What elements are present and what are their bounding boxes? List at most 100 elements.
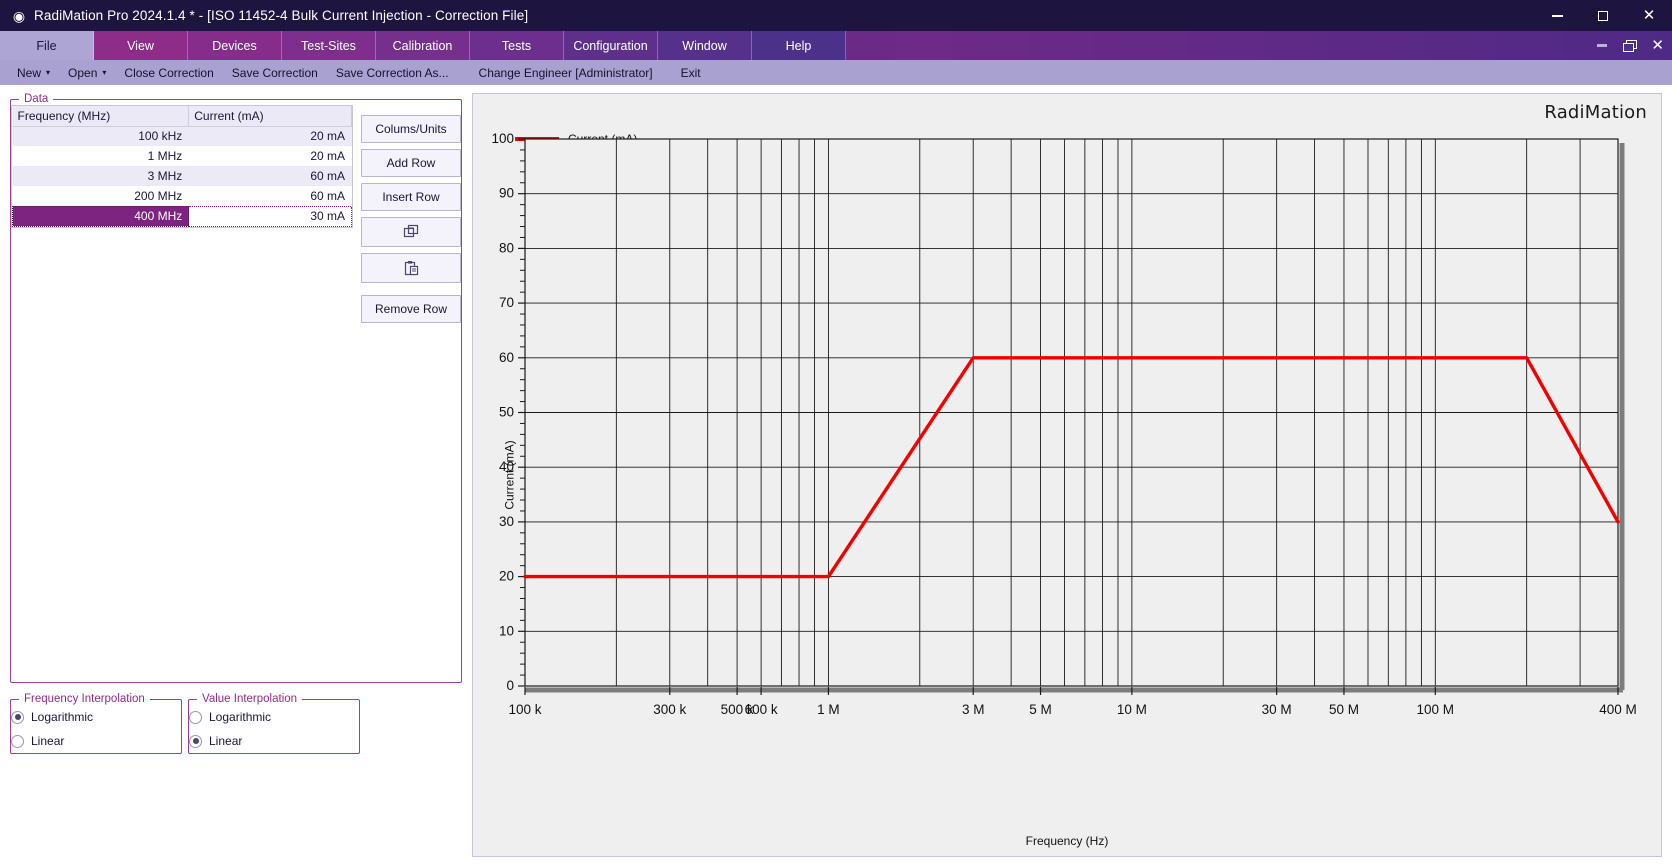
remove-row-button[interactable]: Remove Row bbox=[361, 295, 461, 323]
table-row[interactable]: 1 MHz 20 mA bbox=[12, 146, 352, 166]
table-row[interactable]: 100 kHz 20 mA bbox=[12, 126, 352, 146]
tab-help[interactable]: Help bbox=[752, 31, 846, 60]
table-row[interactable]: 3 MHz 60 mA bbox=[12, 166, 352, 186]
radio-frequency-logarithmic[interactable]: Logarithmic bbox=[11, 705, 181, 729]
data-grid-button-column: Colums/Units Add Row Insert Row Remove R… bbox=[361, 105, 461, 325]
y-axis-tick-label: 30 bbox=[499, 514, 514, 529]
copy-icon bbox=[403, 224, 418, 237]
value-interpolation-legend: Value Interpolation bbox=[202, 693, 298, 705]
column-header-current[interactable]: Current (mA) bbox=[188, 106, 352, 127]
column-header-frequency[interactable]: Frequency (MHz) bbox=[12, 106, 190, 127]
x-axis-tick-label: 50 M bbox=[1329, 702, 1359, 717]
x-axis-tick-label: 600 k bbox=[745, 702, 778, 717]
mdi-child-window-controls: ✕ bbox=[1597, 31, 1672, 60]
plot-container: 0 10 20 30 40 50 60 70 80 90 100 100 k 300 k 500 k 600… bbox=[473, 94, 1661, 856]
tab-window[interactable]: Window bbox=[658, 31, 752, 60]
menu-item-new-label: New bbox=[17, 65, 42, 80]
mdi-minimize-button[interactable] bbox=[1597, 44, 1608, 47]
window-controls: ✕ bbox=[1534, 0, 1672, 31]
y-axis-tick-label: 10 bbox=[499, 623, 514, 638]
chevron-down-icon: ▾ bbox=[102, 67, 107, 77]
menu-item-open[interactable]: Open ▾ bbox=[59, 60, 115, 85]
x-axis-tick-label: 1 M bbox=[817, 702, 840, 717]
table-row[interactable]: 200 MHz 60 mA bbox=[12, 186, 352, 206]
table-header-row: Frequency (MHz) Current (mA) bbox=[12, 106, 352, 127]
columns-units-button[interactable]: Colums/Units bbox=[361, 115, 461, 143]
chart-panel: RadiMation Current (mA) 0102030405060708… bbox=[472, 93, 1662, 857]
window-title-bar: ◉ RadiMation Pro 2024.1.4 * - [ISO 11452… bbox=[0, 0, 1672, 31]
cell-current[interactable]: 20 mA bbox=[188, 126, 352, 146]
insert-row-button[interactable]: Insert Row bbox=[361, 183, 461, 211]
cell-frequency[interactable]: 400 MHz bbox=[12, 205, 190, 227]
tab-view[interactable]: View bbox=[94, 31, 188, 60]
frequency-interpolation-legend: Frequency Interpolation bbox=[24, 693, 145, 705]
radio-icon bbox=[11, 734, 24, 748]
radio-value-linear[interactable]: Linear bbox=[189, 729, 359, 753]
radio-frequency-linear-label: Linear bbox=[31, 734, 65, 748]
radio-icon bbox=[189, 734, 202, 748]
window-close-button[interactable]: ✕ bbox=[1626, 0, 1672, 31]
ribbon-spacer bbox=[846, 31, 1597, 60]
menu-item-save-correction-as[interactable]: Save Correction As... bbox=[327, 60, 458, 85]
window-maximize-button[interactable] bbox=[1580, 0, 1626, 31]
cell-frequency[interactable]: 3 MHz bbox=[12, 166, 189, 186]
radio-value-logarithmic[interactable]: Logarithmic bbox=[189, 705, 359, 729]
copy-button[interactable] bbox=[361, 217, 461, 247]
x-axis-tick-label: 300 k bbox=[653, 702, 686, 717]
window-title: RadiMation Pro 2024.1.4 * - [ISO 11452-4… bbox=[34, 8, 529, 23]
radimation-logo-icon: ◉ bbox=[12, 7, 26, 24]
radio-value-linear-label: Linear bbox=[209, 734, 243, 748]
x-axis-tick-label: 10 M bbox=[1117, 702, 1147, 717]
y-axis-tick-label: 80 bbox=[499, 240, 514, 255]
x-axis-tick-label: 3 M bbox=[962, 702, 985, 717]
mdi-restore-button[interactable] bbox=[1623, 40, 1638, 52]
menu-item-close-correction[interactable]: Close Correction bbox=[115, 60, 222, 85]
interpolation-row: Frequency Interpolation Logarithmic Line… bbox=[10, 693, 462, 754]
tab-calibration[interactable]: Calibration bbox=[376, 31, 470, 60]
radio-frequency-linear[interactable]: Linear bbox=[11, 729, 181, 753]
y-axis-tick-label: 50 bbox=[499, 405, 514, 420]
y-axis-tick-label: 20 bbox=[499, 569, 514, 584]
minimize-icon bbox=[1551, 14, 1563, 17]
menu-item-new[interactable]: New ▾ bbox=[8, 60, 59, 85]
tab-devices[interactable]: Devices bbox=[188, 31, 282, 60]
tab-test-sites[interactable]: Test-Sites bbox=[282, 31, 376, 60]
left-pane: Data Frequency (MHz) Current (mA) 100 kH… bbox=[10, 93, 462, 857]
window-minimize-button[interactable] bbox=[1534, 0, 1580, 31]
close-icon: ✕ bbox=[1651, 36, 1664, 54]
data-group-box: Data Frequency (MHz) Current (mA) 100 kH… bbox=[10, 93, 462, 683]
tab-configuration[interactable]: Configuration bbox=[564, 31, 658, 60]
cell-current[interactable]: 20 mA bbox=[188, 146, 352, 166]
menu-item-exit[interactable]: Exit bbox=[672, 60, 710, 85]
chart-svg[interactable]: 0102030405060708090100100 k 300 k 500 k600… bbox=[473, 94, 1651, 794]
cell-frequency[interactable]: 100 kHz bbox=[12, 126, 189, 146]
paste-button[interactable] bbox=[361, 253, 461, 283]
radio-icon bbox=[189, 710, 202, 724]
y-axis-tick-label: 0 bbox=[506, 678, 514, 693]
x-axis-tick-label: 30 M bbox=[1262, 702, 1292, 717]
x-axis-tick-label: 5 M bbox=[1029, 702, 1052, 717]
table-row-selected[interactable]: 400 MHz 30 mA bbox=[12, 205, 352, 227]
close-icon: ✕ bbox=[1642, 6, 1656, 24]
cell-frequency[interactable]: 200 MHz bbox=[12, 186, 189, 206]
tab-tests[interactable]: Tests bbox=[470, 31, 564, 60]
cell-current[interactable]: 60 mA bbox=[188, 166, 352, 186]
cell-frequency[interactable]: 1 MHz bbox=[12, 146, 189, 166]
add-row-button[interactable]: Add Row bbox=[361, 149, 461, 177]
cell-current[interactable]: 30 mA bbox=[188, 205, 352, 227]
y-axis-tick-label: 100 bbox=[491, 131, 514, 146]
radio-icon bbox=[11, 710, 24, 724]
menu-item-save-correction[interactable]: Save Correction bbox=[223, 60, 327, 85]
minimize-icon bbox=[1597, 44, 1608, 47]
client-area: Data Frequency (MHz) Current (mA) 100 kH… bbox=[0, 85, 1672, 865]
mdi-close-button[interactable]: ✕ bbox=[1651, 38, 1664, 53]
restore-icon bbox=[1623, 40, 1638, 52]
x-axis-tick-label: 400 M bbox=[1599, 702, 1637, 717]
data-grid-container[interactable]: Frequency (MHz) Current (mA) 100 kHz 20 … bbox=[11, 105, 353, 228]
cell-current[interactable]: 60 mA bbox=[188, 186, 352, 206]
paste-icon bbox=[404, 260, 418, 275]
file-menu-strip: New ▾ Open ▾ Close Correction Save Corre… bbox=[0, 60, 1672, 85]
data-group-content: Frequency (MHz) Current (mA) 100 kHz 20 … bbox=[11, 105, 461, 325]
tab-file[interactable]: File bbox=[0, 31, 94, 60]
menu-item-change-engineer[interactable]: Change Engineer [Administrator] bbox=[470, 60, 662, 85]
